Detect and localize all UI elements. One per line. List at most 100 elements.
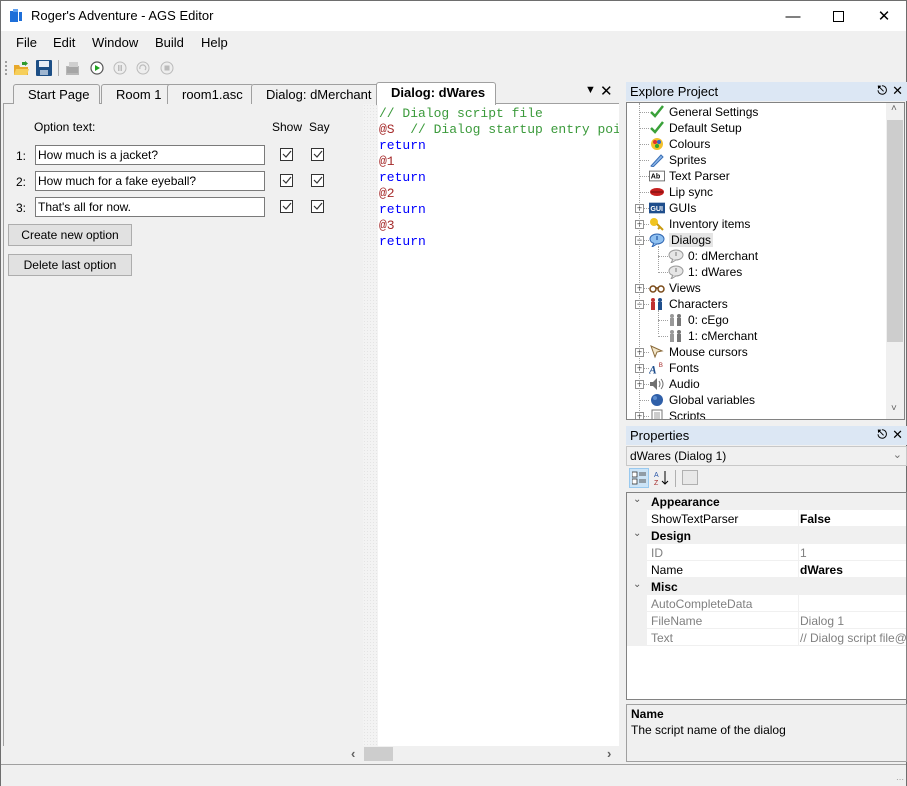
- close-panel-icon[interactable]: ✕: [892, 427, 903, 443]
- scroll-up-icon[interactable]: ˄: [891, 103, 897, 114]
- chevron-down-icon[interactable]: ⌄: [633, 528, 641, 539]
- column-splitter[interactable]: [798, 595, 799, 612]
- tree-connector: [639, 176, 649, 177]
- create-new-option-button[interactable]: Create new option: [8, 224, 132, 246]
- code-line: return: [379, 202, 426, 218]
- tree-item[interactable]: Inventory items: [649, 216, 750, 232]
- option-text-input[interactable]: [35, 197, 265, 217]
- tree-item[interactable]: Audio: [649, 376, 700, 392]
- save-icon[interactable]: [35, 59, 53, 77]
- tab-list-dropdown-icon[interactable]: ▼: [585, 84, 596, 96]
- column-splitter[interactable]: [798, 544, 799, 561]
- pin-icon[interactable]: ⎋: [878, 427, 888, 442]
- option-text-input[interactable]: [35, 145, 265, 165]
- say-checkbox[interactable]: [311, 200, 324, 213]
- say-column-label: Say: [309, 120, 330, 134]
- tree-item[interactable]: Mouse cursors: [649, 344, 748, 360]
- tree-item[interactable]: Global variables: [649, 392, 755, 408]
- object-selector-dropdown[interactable]: dWares (Dialog 1) ⌄: [626, 446, 907, 466]
- property-category[interactable]: ⌄ Misc: [627, 578, 906, 595]
- build-icon[interactable]: [64, 59, 82, 77]
- code-token: @S: [379, 122, 395, 137]
- say-checkbox[interactable]: [311, 174, 324, 187]
- tree-item[interactable]: Default Setup: [649, 120, 742, 136]
- code-token: @1: [379, 154, 395, 169]
- property-row[interactable]: FileName Dialog 1: [627, 612, 906, 629]
- property-row[interactable]: Text // Dialog script file@S: [627, 629, 906, 646]
- scrollbar-thumb[interactable]: [364, 747, 393, 761]
- property-row[interactable]: ID 1: [627, 544, 906, 561]
- show-checkbox[interactable]: [280, 200, 293, 213]
- property-value[interactable]: False: [800, 512, 831, 526]
- tree-item[interactable]: General Settings: [649, 104, 758, 120]
- property-row[interactable]: Name dWares: [627, 561, 906, 578]
- categorized-view-icon[interactable]: [629, 468, 649, 488]
- column-splitter[interactable]: [798, 629, 799, 646]
- tree-item[interactable]: A B Fonts: [649, 360, 699, 376]
- tab-room1-asc[interactable]: room1.asc: [167, 84, 254, 104]
- tree-item[interactable]: Ab Text Parser: [649, 168, 730, 184]
- delete-last-option-button[interactable]: Delete last option: [8, 254, 132, 276]
- tab-dialog-dmerchant[interactable]: Dialog: dMerchant: [251, 84, 383, 104]
- run-icon[interactable]: [88, 59, 106, 77]
- tree-item[interactable]: Scripts: [649, 408, 706, 419]
- script-editor[interactable]: // Dialog script file @S // Dialog startu…: [378, 104, 619, 746]
- tree-item[interactable]: GUI GUIs: [649, 200, 696, 216]
- pin-icon[interactable]: ⎋: [878, 83, 888, 98]
- chevron-down-icon[interactable]: ⌄: [633, 579, 641, 590]
- tree-item[interactable]: Characters: [649, 296, 728, 312]
- minimize-button[interactable]: —: [770, 1, 816, 31]
- svg-text:B: B: [659, 362, 663, 369]
- toolbar-grip[interactable]: [5, 61, 7, 75]
- menu-edit[interactable]: Edit: [53, 35, 75, 50]
- scroll-down-icon[interactable]: ˅: [891, 403, 897, 414]
- tab-label: room1.asc: [182, 87, 243, 102]
- property-category[interactable]: ⌄ Design: [627, 527, 906, 544]
- column-splitter[interactable]: [798, 510, 799, 527]
- menu-window[interactable]: Window: [92, 35, 138, 50]
- menu-help[interactable]: Help: [201, 35, 228, 50]
- tree-item[interactable]: Colours: [649, 136, 710, 152]
- tree-item[interactable]: Views: [649, 280, 701, 296]
- say-checkbox[interactable]: [311, 148, 324, 161]
- property-category[interactable]: ⌄ Appearance: [627, 493, 906, 510]
- property-row[interactable]: AutoCompleteData: [627, 595, 906, 612]
- tab-room-1[interactable]: Room 1: [101, 84, 173, 104]
- row-margin: [627, 510, 647, 527]
- scroll-left-icon[interactable]: ‹: [351, 746, 355, 761]
- tree-item[interactable]: 0: cEgo: [668, 312, 729, 328]
- alphabetical-sort-icon[interactable]: AZ: [653, 469, 671, 487]
- column-splitter[interactable]: [798, 612, 799, 629]
- chevron-down-icon[interactable]: ⌄: [633, 494, 641, 505]
- stop-icon: [158, 59, 176, 77]
- vertical-scrollbar[interactable]: ˄ ˅: [886, 103, 904, 419]
- scroll-right-icon[interactable]: ›: [607, 746, 611, 761]
- svg-text:Z: Z: [654, 480, 659, 486]
- tab-start-page[interactable]: Start Page: [13, 84, 101, 104]
- option-text-input[interactable]: [35, 171, 265, 191]
- tree-item[interactable]: 0: dMerchant: [668, 248, 758, 264]
- property-value[interactable]: dWares: [800, 563, 843, 577]
- close-window-button[interactable]: ✕: [861, 1, 907, 31]
- close-panel-icon[interactable]: ✕: [892, 83, 903, 99]
- tree-item[interactable]: Sprites: [649, 152, 706, 168]
- horizontal-scrollbar[interactable]: ‹ ›: [349, 746, 619, 762]
- menu-file[interactable]: File: [16, 35, 37, 50]
- maximize-button[interactable]: [815, 1, 861, 31]
- open-folder-icon[interactable]: [12, 59, 30, 77]
- column-splitter[interactable]: [798, 561, 799, 578]
- close-icon: ✕: [877, 8, 891, 25]
- menu-build[interactable]: Build: [155, 35, 184, 50]
- tree-item-label: Colours: [669, 137, 711, 151]
- tree-item[interactable]: 1: cMerchant: [668, 328, 757, 344]
- scrollbar-thumb[interactable]: [887, 120, 903, 342]
- tree-item[interactable]: 1: dWares: [668, 264, 742, 280]
- tree-item-label: Text Parser: [669, 169, 730, 183]
- show-checkbox[interactable]: [280, 174, 293, 187]
- show-checkbox[interactable]: [280, 148, 293, 161]
- resize-grip-icon[interactable]: ⋯: [896, 775, 904, 784]
- property-row[interactable]: ShowTextParser False: [627, 510, 906, 527]
- tab-dialog-dwares[interactable]: Dialog: dWares: [376, 82, 497, 105]
- tree-item[interactable]: Lip sync: [649, 184, 713, 200]
- close-tab-icon[interactable]: ✕: [600, 82, 613, 100]
